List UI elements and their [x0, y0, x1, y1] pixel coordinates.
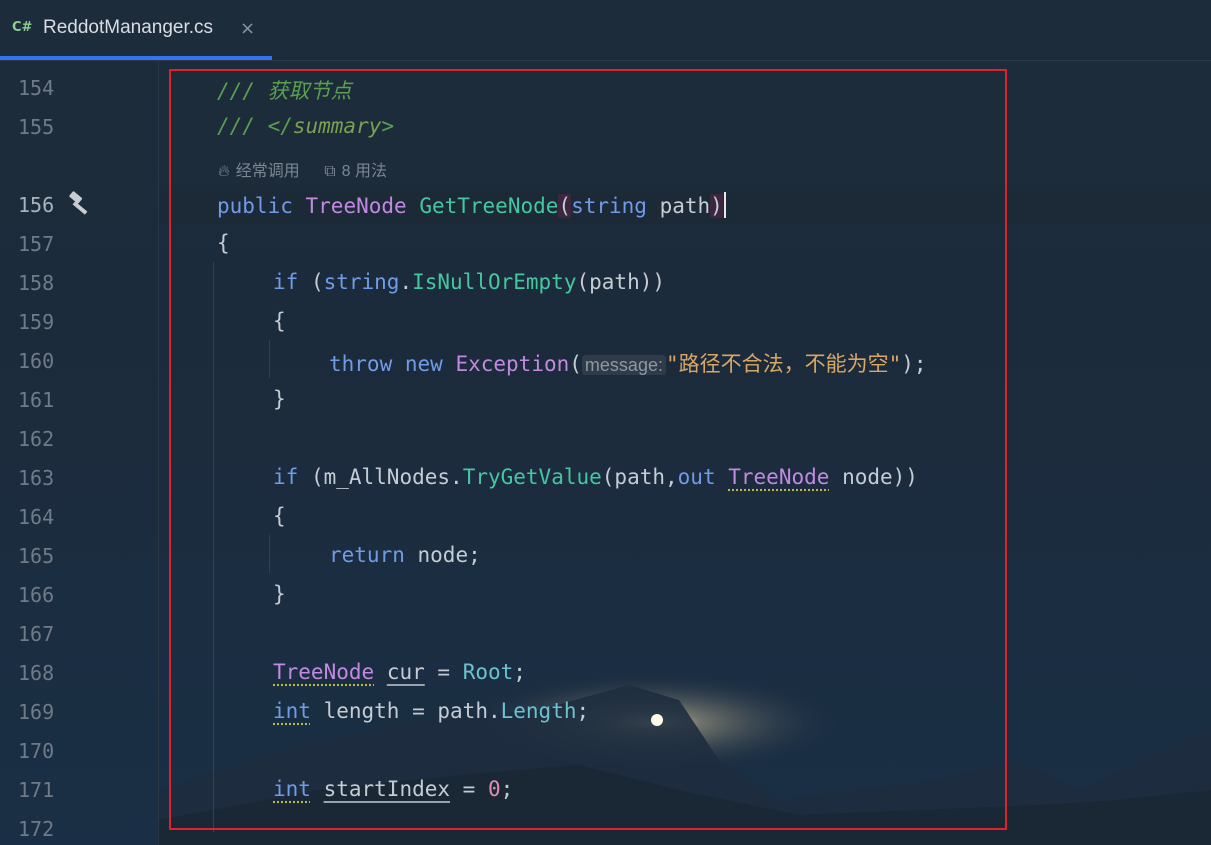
line-number[interactable]: 169	[18, 700, 78, 724]
tab-filename: ReddotMananger.cs	[43, 17, 214, 38]
line-number[interactable]: 168	[18, 661, 78, 685]
line-number[interactable]: 166	[18, 583, 78, 607]
active-tab-indicator	[0, 56, 272, 60]
line-number[interactable]: 154	[18, 76, 78, 100]
line-number[interactable]: 162	[18, 427, 78, 451]
line-number[interactable]: 159	[18, 310, 78, 334]
line-number[interactable]: 165	[18, 544, 78, 568]
editor-tab-bar: C# ReddotMananger.cs ×	[0, 0, 1211, 61]
line-number[interactable]: 155	[18, 115, 78, 139]
hammer-icon[interactable]	[68, 190, 94, 222]
line-number[interactable]: 170	[18, 739, 78, 763]
line-number[interactable]: 163	[18, 466, 78, 490]
line-number[interactable]: 158	[18, 271, 78, 295]
line-number[interactable]: 171	[18, 778, 78, 802]
annotation-highlight-box	[169, 69, 1007, 830]
close-icon[interactable]: ×	[240, 18, 255, 39]
csharp-file-icon: C#	[12, 20, 33, 35]
line-number[interactable]: 161	[18, 388, 78, 412]
line-number[interactable]: 167	[18, 622, 78, 646]
tab-reddotmananger[interactable]: C# ReddotMananger.cs ×	[0, 0, 272, 60]
line-number[interactable]: 160	[18, 349, 78, 373]
line-number[interactable]: 164	[18, 505, 78, 529]
line-number[interactable]: 172	[18, 817, 78, 841]
gutter-separator	[158, 61, 159, 845]
line-number[interactable]: 157	[18, 232, 78, 256]
